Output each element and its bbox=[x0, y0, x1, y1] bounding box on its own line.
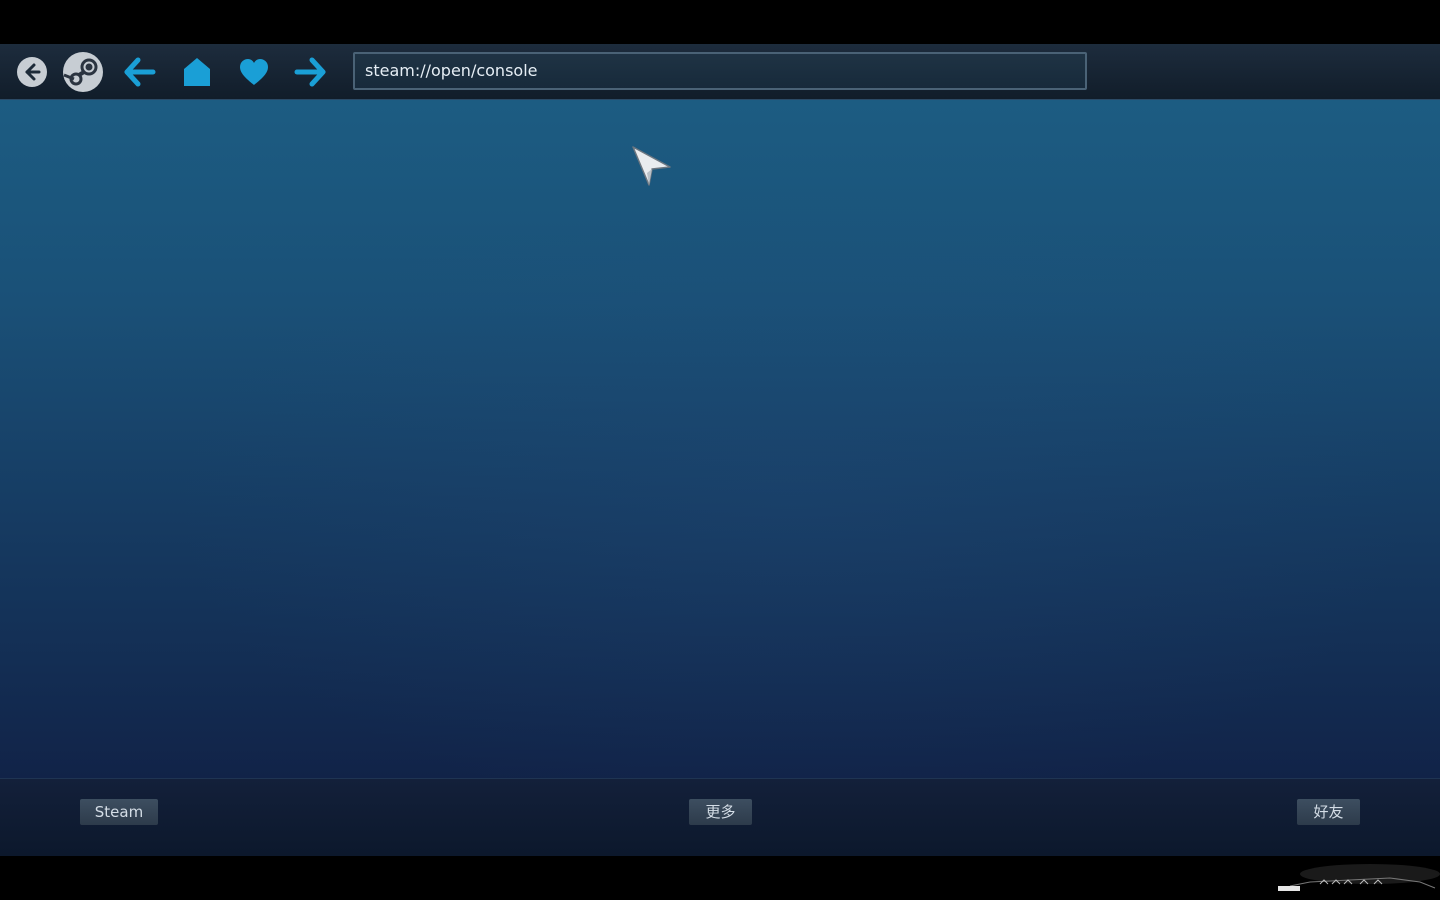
home-icon bbox=[184, 58, 210, 86]
home-button[interactable] bbox=[175, 50, 219, 94]
browser-back-button[interactable] bbox=[118, 50, 162, 94]
url-input[interactable]: steam://open/console bbox=[353, 52, 1087, 90]
letterbox-top bbox=[0, 0, 1440, 44]
browser-forward-button[interactable] bbox=[288, 50, 332, 94]
top-navigation-bar: steam://open/console bbox=[0, 44, 1440, 100]
heart-icon bbox=[240, 59, 268, 85]
back-circle-icon bbox=[17, 57, 47, 87]
letterbox-bottom bbox=[0, 856, 1440, 900]
more-button[interactable]: 更多 bbox=[689, 799, 752, 825]
steam-logo-icon bbox=[63, 52, 103, 92]
friends-button[interactable]: 好友 bbox=[1297, 799, 1360, 825]
watermark-overlay bbox=[1278, 864, 1440, 891]
main-content-area bbox=[0, 100, 1440, 778]
steam-menu-button[interactable] bbox=[61, 50, 105, 94]
arrow-left-icon bbox=[124, 57, 156, 87]
steam-big-picture-window: steam://open/console Steam 更多 好友 bbox=[0, 0, 1440, 900]
steam-button[interactable]: Steam bbox=[80, 799, 158, 825]
mouse-cursor-icon bbox=[632, 146, 671, 186]
arrow-right-icon bbox=[294, 57, 326, 87]
favorites-button[interactable] bbox=[232, 50, 276, 94]
back-circle-button[interactable] bbox=[10, 50, 54, 94]
bottom-bar: Steam 更多 好友 bbox=[0, 778, 1440, 856]
